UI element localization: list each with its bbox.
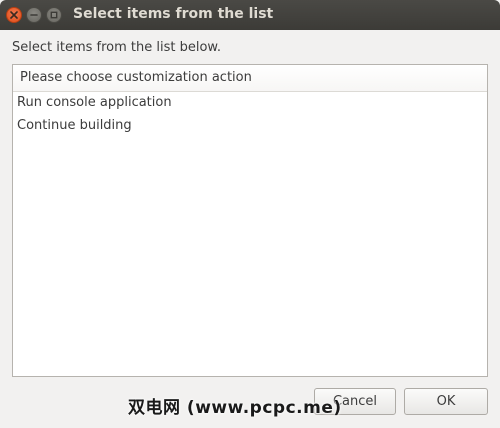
list-header: Please choose customization action — [13, 65, 487, 92]
dialog-prompt: Select items from the list below. — [12, 40, 221, 55]
list-item-continue-building[interactable]: Continue building — [13, 115, 487, 138]
title-bar: Select items from the list — [0, 0, 500, 30]
close-icon — [10, 11, 18, 19]
items-list[interactable]: Please choose customization action Run c… — [12, 64, 488, 377]
minimize-icon — [30, 14, 38, 16]
watermark: 双电网 (www.pcpc.me) — [128, 398, 342, 418]
maximize-icon — [50, 11, 58, 19]
window-title: Select items from the list — [73, 6, 274, 22]
close-button[interactable] — [6, 7, 22, 23]
maximize-button[interactable] — [46, 7, 62, 23]
minimize-button[interactable] — [26, 7, 42, 23]
list-item-run-console[interactable]: Run console application — [13, 92, 487, 115]
ok-button[interactable]: OK — [404, 388, 488, 415]
